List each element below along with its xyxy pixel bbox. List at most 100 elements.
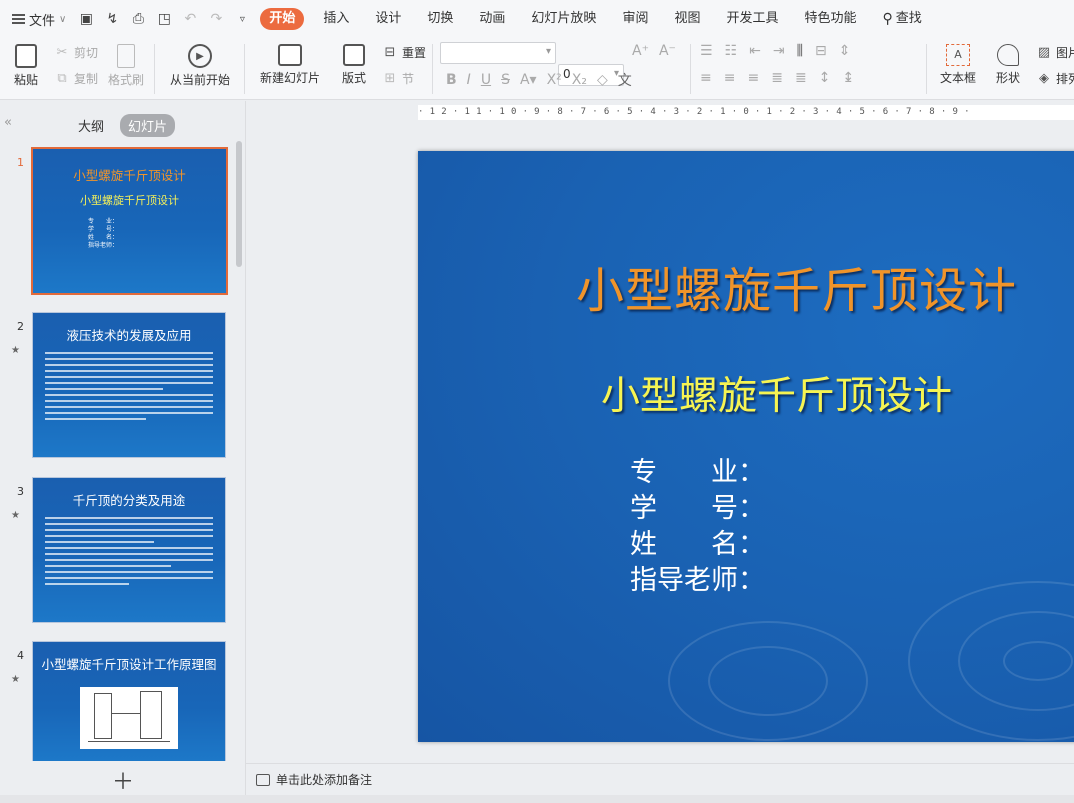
underline-icon[interactable]: U [481, 72, 491, 88]
tab-outline[interactable]: 大纲 [70, 114, 112, 137]
cut-label: 剪切 [74, 46, 99, 60]
font-format-buttons: B I U S A▾ X² X₂ ◇ 文 [446, 70, 632, 90]
format-painter-button[interactable]: 格式刷 [106, 44, 146, 88]
font-color-icon[interactable]: A▾ [520, 72, 537, 88]
numbered-list-icon[interactable]: ☷ [725, 43, 738, 59]
tab-view[interactable]: 视图 [661, 8, 713, 30]
tab-home[interactable]: 开始 [260, 8, 305, 30]
thumb-title: 小型螺旋千斤顶设计 [73, 168, 186, 183]
superscript-icon[interactable]: X² [547, 72, 562, 88]
arrange-button[interactable]: ◈ 排列 [1036, 70, 1074, 87]
thumb-field: 指导老师： [88, 242, 119, 249]
slide-thumbnail-3[interactable]: 千斤顶的分类及用途 [32, 477, 226, 623]
tab-developer[interactable]: 开发工具 [713, 8, 791, 30]
increase-indent-icon[interactable]: ⇥ [773, 43, 785, 59]
pinyin-icon[interactable]: 文 [618, 70, 632, 90]
section-button[interactable]: ⊞ 节 [382, 70, 414, 87]
redo-icon[interactable]: ↷ [204, 7, 228, 31]
copy-button[interactable]: ⧉ 复制 [54, 70, 98, 87]
paste-label: 粘贴 [13, 73, 38, 87]
horizontal-ruler[interactable]: ·12·11·10·9·8·7·6·5·4·3·2·1·0·1·2·3·4·5·… [418, 105, 1074, 120]
tab-slideshow[interactable]: 幻灯片放映 [518, 8, 609, 30]
add-slide-button[interactable]: ＋ [0, 764, 246, 796]
thumb-subtitle: 小型螺旋千斤顶设计 [80, 194, 179, 207]
file-menu[interactable]: 文件 ∨ [0, 7, 74, 31]
customize-chevron-icon[interactable]: ▿ [230, 7, 254, 31]
slide-thumbnail-2[interactable]: 液压技术的发展及应用 [32, 312, 226, 458]
thumb-fields: 专 业： 学 号： 姓 名： 指导老师： [88, 218, 226, 250]
tab-review[interactable]: 审阅 [609, 8, 661, 30]
decrease-font-icon[interactable]: A⁻ [659, 43, 676, 59]
tab-search[interactable]: ⚲ 查找 [870, 8, 935, 30]
eraser-icon[interactable]: ◇ [597, 72, 608, 88]
align-center-icon[interactable]: ≡ [724, 70, 736, 86]
quick-access-toolbar: ▣ ↯ ⎙ ◳ ↶ ↷ ▿ [74, 7, 254, 31]
reset-button[interactable]: ⊟ 重置 [382, 44, 426, 61]
brush-icon [117, 44, 135, 68]
divider [926, 44, 927, 94]
font-family-select[interactable] [440, 42, 556, 64]
save-icon[interactable]: ▣ [74, 7, 98, 31]
scissors-icon: ✂ [56, 45, 68, 60]
tab-design[interactable]: 设计 [362, 8, 414, 30]
shape-icon [997, 44, 1019, 66]
align-text-icon[interactable]: ⊟ [815, 43, 827, 59]
cut-button[interactable]: ✂ 剪切 [54, 44, 98, 61]
clipboard-icon [15, 44, 37, 68]
subscript-icon[interactable]: X₂ [572, 72, 587, 88]
slide-info-fields[interactable]: 专 业： 学 号： 姓 名： 指导老师： [630, 455, 765, 599]
tab-insert[interactable]: 插入 [310, 8, 362, 30]
reset-label: 重置 [402, 46, 427, 60]
italic-icon[interactable]: I [467, 72, 471, 88]
notes-bar[interactable]: 单击此处添加备注 [246, 763, 1074, 795]
align-right-icon[interactable]: ≡ [747, 70, 759, 86]
text-box-button[interactable]: A 文本框 [934, 44, 982, 86]
align-left-icon[interactable]: ≡ [700, 70, 712, 86]
panel-scrollbar[interactable] [236, 141, 242, 267]
layout-button[interactable]: 版式 [336, 44, 372, 86]
slide-number: 4 [17, 649, 24, 662]
slide-thumbnail-4[interactable]: 小型螺旋千斤顶设计工作原理图 [32, 641, 226, 761]
bold-icon[interactable]: B [446, 72, 457, 88]
thumb-field: 专 业： [88, 218, 119, 225]
tab-transitions[interactable]: 切换 [414, 8, 466, 30]
shape-button[interactable]: 形状 [990, 44, 1026, 86]
search-label: 查找 [895, 11, 922, 26]
copy-icon: ⧉ [57, 71, 67, 86]
search-icon: ⚲ [882, 11, 893, 27]
animation-star-icon: ★ [11, 674, 20, 685]
slide-number: 2 [17, 320, 24, 333]
tab-animations[interactable]: 动画 [466, 8, 518, 30]
undo-icon[interactable]: ↶ [178, 7, 202, 31]
ruler-scale: ·12·11·10·9·8·7·6·5·4·3·2·1·0·1·2·3·4·5·… [418, 107, 976, 117]
paste-button[interactable]: 粘贴 [8, 44, 44, 88]
export-icon[interactable]: ↯ [100, 7, 124, 31]
para-spacing-icon[interactable]: ↕ [819, 70, 831, 86]
bullet-list-icon[interactable]: ☰ [700, 43, 713, 59]
print-preview-icon[interactable]: ◳ [152, 7, 176, 31]
layout-label: 版式 [341, 71, 366, 85]
increase-font-icon[interactable]: A⁺ [632, 43, 649, 59]
text-direction-icon[interactable]: ⫼ [797, 43, 803, 59]
slide-canvas[interactable]: 小型螺旋千斤顶设计 小型螺旋千斤顶设计 专 业： 学 号： 姓 名： 指导老师： [418, 151, 1074, 742]
justify-icon[interactable]: ≣ [771, 70, 783, 86]
slide-title[interactable]: 小型螺旋千斤顶设计 [576, 251, 1074, 321]
decrease-indent-icon[interactable]: ⇤ [749, 43, 761, 59]
line-height-icon[interactable]: ↨ [842, 70, 854, 86]
strikethrough-icon[interactable]: S [501, 72, 510, 88]
shape-label: 形状 [995, 71, 1020, 85]
distribute-icon[interactable]: ≣ [795, 70, 807, 86]
print-icon[interactable]: ⎙ [126, 7, 150, 31]
ripple-decoration [708, 646, 828, 716]
line-spacing-icon[interactable]: ⇕ [839, 43, 851, 59]
picture-button[interactable]: ▨ 图片 [1036, 44, 1074, 61]
notes-placeholder: 单击此处添加备注 [276, 773, 373, 787]
tab-slides[interactable]: 幻灯片 [120, 114, 176, 137]
play-from-current-button[interactable]: ▶ 从当前开始 [164, 44, 236, 88]
slide-subtitle[interactable]: 小型螺旋千斤顶设计 [601, 365, 1061, 421]
slide-thumbnail-1[interactable]: 小型螺旋千斤顶设计 小型螺旋千斤顶设计 专 业： 学 号： 姓 名： 指导老师： [31, 147, 228, 295]
tab-special[interactable]: 特色功能 [791, 8, 869, 30]
notes-icon [256, 773, 270, 786]
new-slide-button[interactable]: 新建幻灯片 [254, 44, 326, 86]
hamburger-icon [12, 14, 25, 24]
